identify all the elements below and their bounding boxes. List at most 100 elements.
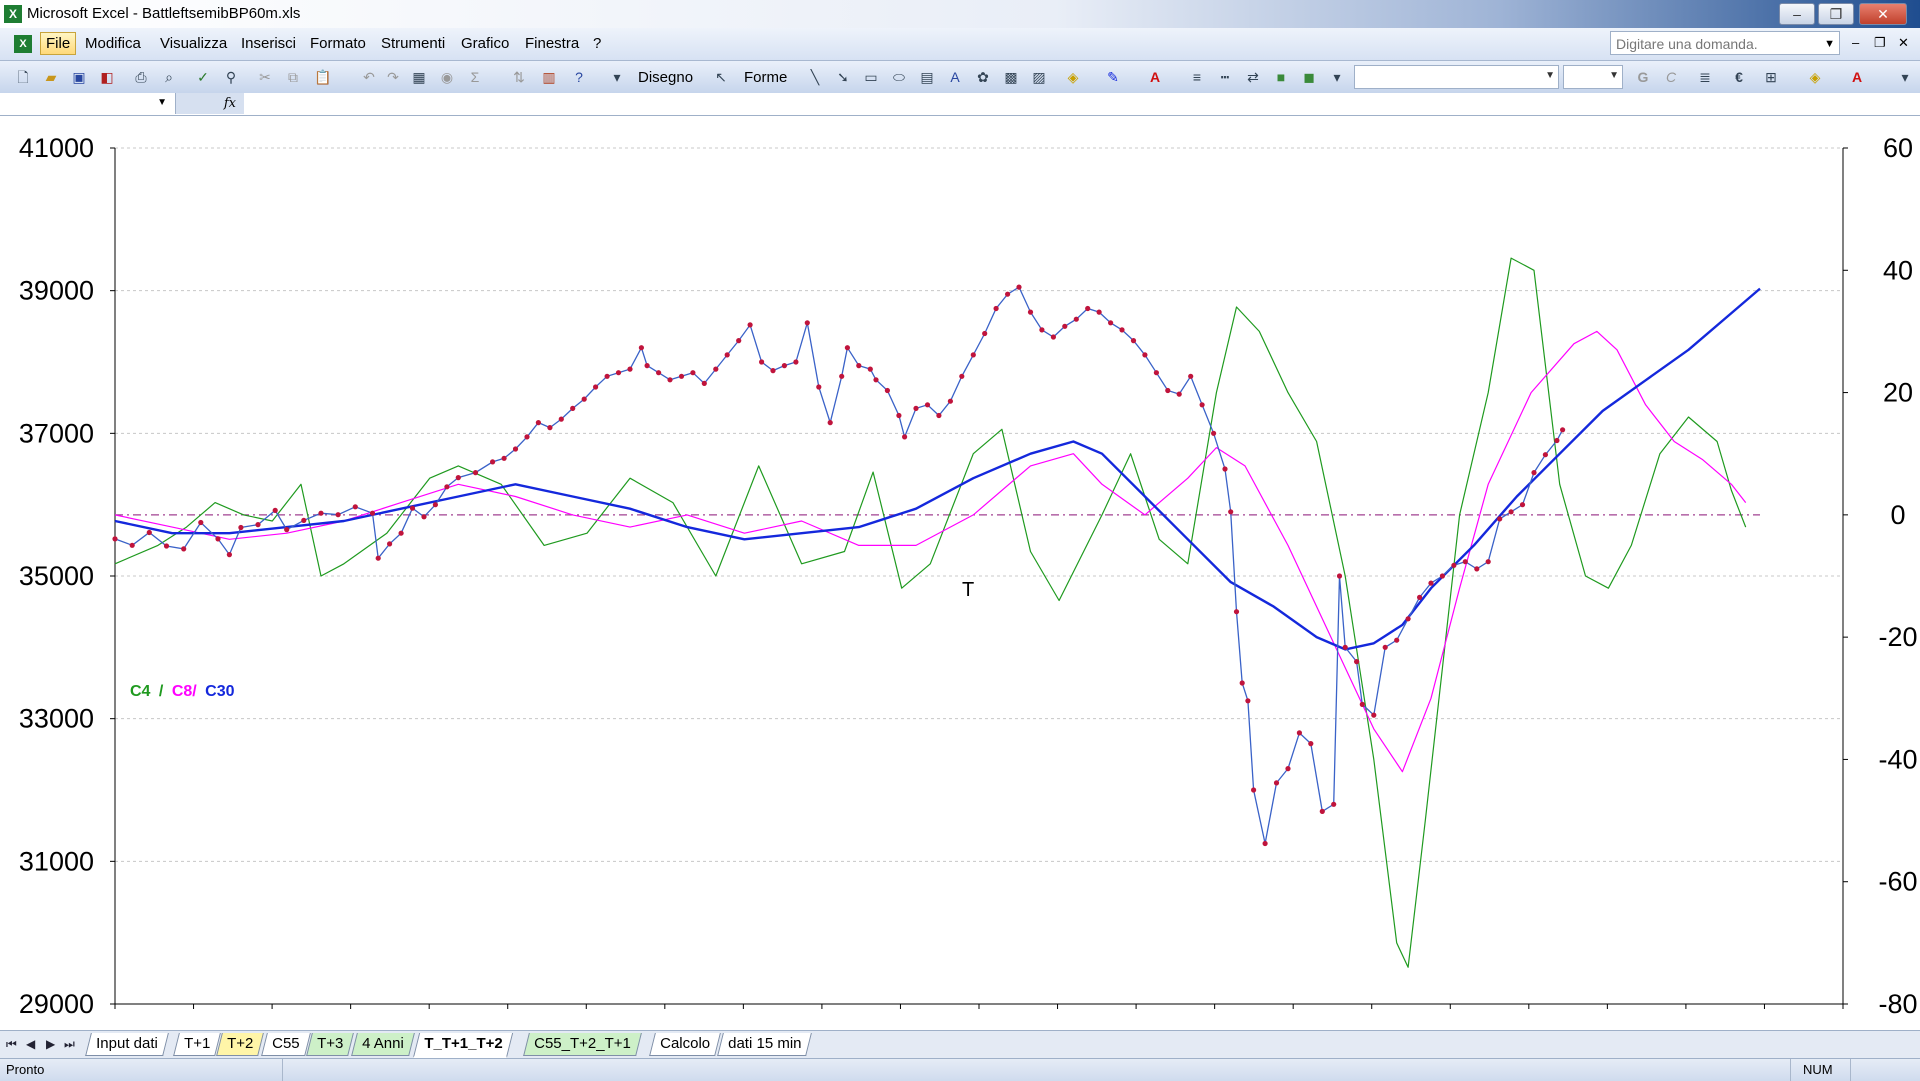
research-icon[interactable]: ⚲ (222, 68, 240, 86)
sheet-tab-t-t1-t2[interactable]: T_T+1_T+2 (412, 1033, 514, 1058)
fill-color-icon-2[interactable]: ◈ (1806, 68, 1824, 86)
chevron-down-icon[interactable]: ▼ (1609, 70, 1619, 81)
sheet-tab-input-dati[interactable]: Input dati (85, 1033, 169, 1056)
menu-formato[interactable]: Formato (310, 35, 366, 52)
sheet-tab-t3[interactable]: T+3 (306, 1033, 355, 1056)
align-icon[interactable]: ≣ (1696, 68, 1714, 86)
doc-restore-button[interactable]: ❐ (1874, 35, 1886, 51)
excel-app-icon[interactable]: X (4, 5, 22, 23)
close-button[interactable]: ✕ (1859, 3, 1907, 25)
web-icon[interactable]: ◉ (438, 68, 456, 86)
menu-grafico[interactable]: Grafico (461, 35, 509, 52)
sheet-tab-c55[interactable]: C55 (261, 1033, 311, 1056)
chevron-down-icon[interactable]: ▼ (157, 97, 167, 108)
oval-tool-icon[interactable]: ⬭ (890, 68, 908, 86)
price-marker (1359, 701, 1365, 708)
borders-icon[interactable]: ⊞ (1762, 68, 1780, 86)
chevron-down-icon[interactable]: ▼ (1824, 32, 1835, 56)
toolbar-options-icon-3[interactable]: ▾ (1896, 68, 1914, 86)
line-tool-icon[interactable]: ╲ (806, 68, 824, 86)
euro-button[interactable]: € (1730, 68, 1748, 86)
sheet-tab-c55-t2-t1[interactable]: C55_T+2_T+1 (523, 1033, 642, 1056)
line-style-icon[interactable]: ≡ (1188, 68, 1206, 86)
chart-wizard-icon[interactable]: ▥ (540, 68, 558, 86)
price-marker (713, 366, 719, 372)
undo-icon[interactable]: ↶ (360, 68, 378, 86)
diagram-icon[interactable]: ✿ (974, 68, 992, 86)
dash-style-icon[interactable]: ┅ (1216, 68, 1234, 86)
right-axis-tick-label: 0 (1890, 500, 1905, 530)
doc-close-button[interactable]: ✕ (1898, 35, 1909, 51)
draw-menu-button[interactable]: Disegno (638, 69, 693, 86)
help-question-input[interactable]: Digitare una domanda. ▼ (1610, 31, 1840, 55)
open-folder-icon[interactable]: ▰ (42, 68, 60, 86)
next-sheet-icon[interactable]: ▶ (46, 1037, 55, 1051)
print-icon[interactable]: ⎙ (132, 68, 150, 86)
price-marker (747, 322, 753, 328)
sheet-tab-t2[interactable]: T+2 (216, 1033, 265, 1056)
shadow-style-icon[interactable]: ■ (1272, 68, 1290, 86)
copy-icon[interactable]: ⧉ (284, 68, 302, 86)
redo-icon[interactable]: ↷ (384, 68, 402, 86)
price-marker (421, 514, 427, 520)
menu-modifica[interactable]: Modifica (85, 35, 141, 52)
menu-strumenti[interactable]: Strumenti (381, 35, 445, 52)
line-color-icon[interactable]: ✎ (1104, 68, 1122, 86)
price-marker (804, 320, 810, 326)
new-document-icon[interactable]: 🗋 (14, 68, 32, 86)
menu-help[interactable]: ? (593, 35, 601, 52)
sheet-tab-t1[interactable]: T+1 (173, 1033, 222, 1056)
help-icon[interactable]: ? (570, 68, 588, 86)
price-marker (1211, 430, 1217, 436)
font-size-combo[interactable]: ▼ (1563, 65, 1623, 89)
clipart-icon[interactable]: ▩ (1002, 68, 1020, 86)
menu-finestra[interactable]: Finestra (525, 35, 579, 52)
permission-icon[interactable]: ◧ (98, 68, 116, 86)
rectangle-tool-icon[interactable]: ▭ (862, 68, 880, 86)
name-box[interactable]: ▼ (0, 93, 176, 114)
chart-svg[interactable]: 41000 39000 37000 35000 33000 31000 29000 60 40… (0, 116, 1920, 1030)
chart-area[interactable]: 41000 39000 37000 35000 33000 31000 29000 60 40… (0, 116, 1920, 1030)
sheet-tab-4-anni[interactable]: 4 Anni (351, 1033, 415, 1056)
textbox-tool-icon[interactable]: ▤ (918, 68, 936, 86)
cut-icon[interactable]: ✂ (256, 68, 274, 86)
arrow-tool-icon[interactable]: ➘ (834, 68, 852, 86)
spelling-icon[interactable]: ✓ (194, 68, 212, 86)
save-icon[interactable]: ▣ (70, 68, 88, 86)
sort-icon[interactable]: ⇅ (510, 68, 528, 86)
chevron-down-icon[interactable]: ▼ (1545, 70, 1555, 81)
print-preview-icon[interactable]: ⌕ (160, 68, 178, 86)
3d-style-icon[interactable]: ◼ (1300, 68, 1318, 86)
arrow-style-icon[interactable]: ⇄ (1244, 68, 1262, 86)
chart-doc-icon[interactable]: X (14, 35, 32, 53)
bold-button[interactable]: G (1634, 68, 1652, 86)
last-sheet-icon[interactable]: ⏭ (64, 1037, 75, 1052)
menu-inserisci[interactable]: Inserisci (241, 35, 296, 52)
select-objects-icon[interactable]: ↖ (712, 68, 730, 86)
font-color-icon[interactable]: A (1146, 68, 1164, 86)
insert-picture-icon[interactable]: ▨ (1030, 68, 1048, 86)
maximize-button[interactable]: ❐ (1818, 3, 1854, 25)
font-color-icon-2[interactable]: A (1848, 68, 1866, 86)
hyperlink-icon[interactable]: ▦ (410, 68, 428, 86)
fill-color-icon[interactable]: ◈ (1064, 68, 1082, 86)
menu-visualizza[interactable]: Visualizza (160, 35, 227, 52)
minimize-button[interactable]: – (1779, 3, 1815, 25)
wordart-icon[interactable]: A (946, 68, 964, 86)
toolbar-options-icon[interactable]: ▾ (608, 68, 626, 86)
toolbar-options-icon-2[interactable]: ▾ (1328, 68, 1346, 86)
autoshapes-menu-button[interactable]: Forme (744, 69, 787, 86)
menu-file[interactable]: File (40, 32, 77, 55)
price-marker (1462, 559, 1468, 565)
paste-icon[interactable]: 📋 (314, 68, 332, 86)
autosum-icon[interactable]: Σ (466, 68, 484, 86)
sheet-tab-calcolo[interactable]: Calcolo (649, 1033, 721, 1056)
font-name-combo[interactable]: ▼ (1354, 65, 1559, 89)
italic-button[interactable]: C (1662, 68, 1680, 86)
sheet-tab-dati-15-min[interactable]: dati 15 min (717, 1033, 813, 1056)
first-sheet-icon[interactable]: ⏮ (6, 1037, 17, 1052)
prev-sheet-icon[interactable]: ◀ (26, 1037, 35, 1051)
doc-minimize-button[interactable]: – (1852, 35, 1859, 50)
insert-function-button[interactable]: fx (176, 93, 244, 114)
price-marker (1428, 580, 1434, 586)
